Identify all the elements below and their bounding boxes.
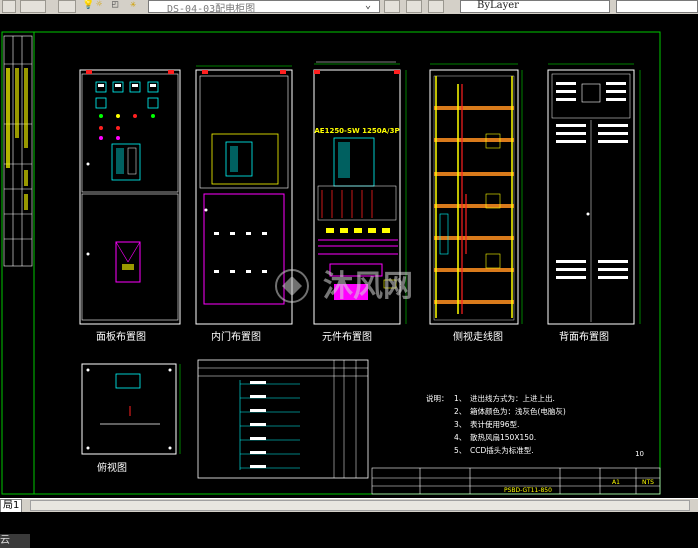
linetype-dropdown[interactable]: ByLayer [460, 0, 610, 13]
notes-title: 说明： [426, 393, 449, 403]
command-line[interactable]: 云 [0, 512, 698, 548]
note-number: 3、 [454, 420, 466, 429]
note-number: 5、 [454, 446, 466, 455]
previous-layer-icon[interactable] [406, 0, 422, 13]
note-text: 进出线方式为：上进上出. [470, 393, 555, 403]
top-view-drawing [81, 363, 177, 455]
layer-iso-icon[interactable] [428, 0, 444, 13]
view-label-component: 元件布置图 [322, 331, 372, 343]
note-text: 散热风扇150X150. [470, 432, 536, 442]
lineweight-dropdown[interactable] [616, 0, 698, 13]
view-label-top: 俯视图 [97, 461, 127, 474]
menu-grip[interactable] [2, 0, 16, 13]
note-text: 表计使用96型. [470, 419, 519, 429]
horizontal-scrollbar[interactable] [30, 500, 690, 511]
view-label-panel: 面板布置图 [96, 330, 146, 343]
scale-nts: NTS [642, 479, 654, 486]
rear-panel-cabinet [547, 69, 635, 325]
layer-dropdown-value: DS-04-03配电柜图 [167, 4, 256, 15]
lightbulb-icon[interactable]: 💡 [82, 0, 94, 10]
panel-layout-cabinet [79, 69, 181, 325]
drawing-code: PSBD-GT11-850 [504, 487, 552, 494]
view-label-inner-door: 内门布置图 [211, 330, 261, 343]
dimension-lines [179, 63, 641, 454]
layout-tab-bar: 局1 [0, 498, 698, 514]
freeze-icon[interactable]: ✳ [130, 0, 136, 10]
layer-props-icon[interactable] [58, 0, 76, 13]
linetype-dropdown-value: ByLayer [477, 0, 519, 11]
component-header-label: AE1250-SW 1250A/3P [314, 127, 399, 135]
layer-dropdown[interactable]: DS-04-03配电柜图 ⌄ [148, 0, 380, 15]
side-wiring-cabinet [429, 69, 519, 325]
drawing-canvas[interactable]: AE1250-SW 1250A/3P 面板布置图 内门布置图 元件布置图 侧视走… [0, 14, 698, 498]
note-text: CCD插头为标准型. [470, 445, 534, 455]
watermark: 沐风网 [275, 269, 413, 304]
note-number: 2、 [454, 407, 466, 416]
watermark-text: 沐风网 [323, 269, 413, 304]
sheet-number: 10 [635, 450, 644, 458]
note-text: 箱体颜色为：浅灰色(电脑灰) [470, 406, 566, 416]
chevron-down-icon: ⌄ [365, 0, 372, 11]
sheet-scale: A1 [612, 479, 620, 486]
inner-door-cabinet [195, 69, 293, 325]
toolbar: 💡 ☼ ◰ ✳ DS-04-03配电柜图 ⌄ ByLayer [0, 0, 698, 15]
match-layer-icon[interactable] [384, 0, 400, 13]
wiring-schematic-table [197, 359, 369, 479]
sun-icon[interactable]: ☼ [96, 0, 102, 10]
layer-button[interactable] [20, 0, 46, 13]
cad-drawing: AE1250-SW 1250A/3P 面板布置图 内门布置图 元件布置图 侧视走… [1, 31, 661, 495]
view-label-rear-panel: 背面布置图 [559, 330, 609, 343]
command-prompt: 云 [0, 534, 30, 548]
notes-list: 1、 进出线方式为：上进上出. 2、 箱体颜色为：浅灰色(电脑灰) 3、 表计使… [454, 393, 566, 455]
note-number: 1、 [454, 394, 466, 403]
view-label-side-wiring: 侧视走线图 [453, 330, 503, 343]
lock-icon[interactable]: ◰ [112, 0, 118, 10]
note-number: 4、 [454, 433, 466, 442]
